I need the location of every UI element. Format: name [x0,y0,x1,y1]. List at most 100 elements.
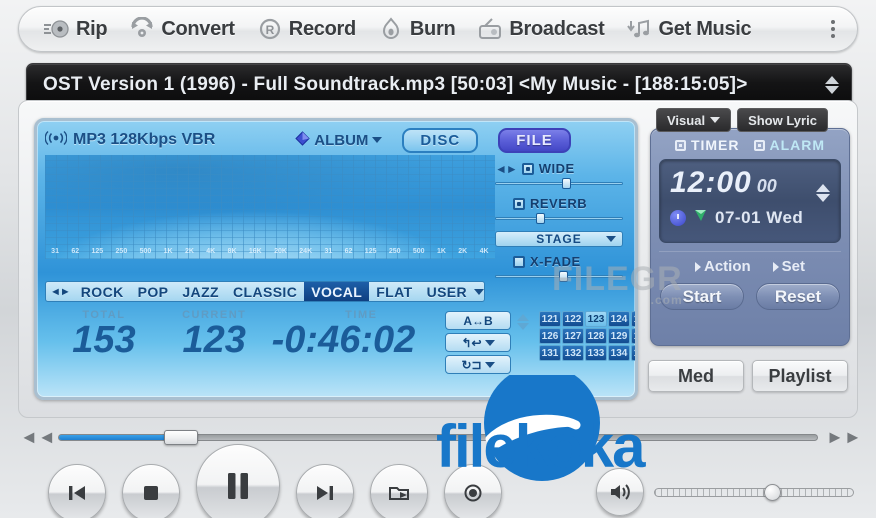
chevron-down-icon[interactable] [474,288,484,295]
eq-preset-user[interactable]: USER [420,282,475,301]
media-button[interactable]: Med [648,360,744,392]
xfade-slider-knob[interactable] [559,271,568,282]
record-dot-icon [464,484,482,502]
more-vertical-icon[interactable] [823,16,843,42]
track-cell[interactable]: 132 [562,345,584,361]
band-label: 500 [139,248,152,255]
spectrum-visualizer[interactable]: 31 62 125 250 500 1K 2K 4K 8K 16K 20K 24… [45,155,495,259]
clock-spinner[interactable] [816,184,830,202]
seek-knob[interactable] [164,430,199,445]
stage-preset-dropdown[interactable]: STAGE [495,231,623,247]
track-cell[interactable]: 133 [585,345,607,361]
stop-button[interactable] [122,464,180,518]
record-button[interactable] [444,464,502,518]
total-value: 153 [72,319,136,361]
left-right-arrows-icon[interactable]: ◄► [46,286,74,298]
album-dropdown[interactable]: ALBUM [295,130,383,150]
visual-lyric-buttons: Visual Show Lyric [656,108,828,132]
eq-preset-flat[interactable]: FLAT [369,282,419,301]
repeat-mode-button[interactable]: ↰↩ [445,333,511,352]
eq-preset-pop[interactable]: POP [131,282,176,301]
triangle-up-icon[interactable] [517,314,529,321]
pause-icon [228,473,248,499]
band-label: 4K [479,248,489,255]
band-label: 250 [388,248,401,255]
timer-checkbox[interactable] [674,139,686,151]
pause-button[interactable] [196,444,280,518]
chevron-down-icon [484,361,495,368]
previous-track-button[interactable] [48,464,106,518]
reverb-checkbox[interactable] [513,197,525,210]
xfade-checkbox[interactable] [513,255,525,268]
visual-button[interactable]: Visual [656,108,732,132]
volume-slider[interactable] [654,484,854,501]
track-cell[interactable]: 125 [631,311,635,327]
playlist-button[interactable]: Playlist [752,360,848,392]
wide-slider[interactable] [495,178,623,189]
triangle-up-icon[interactable] [816,184,830,192]
left-right-arrows-icon[interactable]: ◄► [495,162,518,176]
reverb-slider[interactable] [495,213,623,224]
track-cell[interactable]: 122 [562,311,584,327]
source-button-disc[interactable]: DISC [402,127,479,153]
frequency-band-labels: 31 62 125 250 500 1K 2K 4K 8K 16K 20K 24… [45,248,495,255]
timer-toggle[interactable]: TIMER [674,137,740,153]
previous-icon [69,486,85,500]
wide-checkbox[interactable] [521,162,534,175]
track-cell-current[interactable]: 123 [585,311,607,327]
action-button[interactable]: Action [694,258,751,275]
toolbar-button-rip[interactable]: Rip [33,12,118,46]
triangle-down-icon[interactable] [517,323,529,330]
track-cell[interactable]: 134 [608,345,630,361]
reverb-slider-knob[interactable] [535,213,545,224]
toolbar-button-broadcast[interactable]: Broadcast [466,12,615,46]
volume-knob[interactable] [764,484,781,501]
start-button[interactable]: Start [660,283,744,310]
mute-button[interactable] [596,468,644,516]
track-grid-spinner[interactable] [517,314,529,330]
show-lyric-button[interactable]: Show Lyric [737,108,828,132]
toolbar-button-burn[interactable]: Burn [367,12,466,46]
track-cell[interactable]: 131 [539,345,561,361]
band-label: 125 [91,248,104,255]
track-cell[interactable]: 121 [539,311,561,327]
band-label: 16K [248,248,262,255]
next-track-button[interactable] [296,464,354,518]
eq-preset-jazz[interactable]: JAZZ [175,282,226,301]
track-cell[interactable]: 126 [539,328,561,344]
fast-forward-icon[interactable]: ►► [826,427,862,448]
alarm-checkbox[interactable] [753,139,765,151]
track-cell[interactable]: 124 [608,311,630,327]
reset-button[interactable]: Reset [756,283,840,310]
eq-preset-vocal[interactable]: VOCAL [304,282,370,301]
source-button-file[interactable]: FILE [498,127,571,153]
track-cell[interactable]: 127 [562,328,584,344]
open-file-button[interactable] [370,464,428,518]
triangle-down-icon[interactable] [825,86,839,94]
band-label: 2K [184,248,194,255]
eq-preset-classic[interactable]: CLASSIC [226,282,304,301]
toolbar-button-record[interactable]: R Record [246,12,367,46]
seek-slider[interactable] [58,430,818,445]
triangle-down-icon[interactable] [816,194,830,202]
spectrum-grid [45,155,495,259]
track-cell[interactable]: 130 [631,328,635,344]
track-cell[interactable]: 129 [608,328,630,344]
alarm-toggle[interactable]: ALARM [753,137,826,153]
rewind-icon[interactable]: ◄◄ [20,427,56,448]
track-cell[interactable]: 128 [585,328,607,344]
eq-preset-rock[interactable]: ROCK [74,282,131,301]
title-spinner[interactable] [825,76,845,94]
wide-slider-knob[interactable] [561,178,571,189]
ab-repeat-button[interactable]: A↔B [445,311,511,330]
triangle-up-icon[interactable] [825,76,839,84]
band-label: 125 [364,248,377,255]
stop-icon [144,486,158,500]
toolbar-button-get-music[interactable]: Get Music [616,12,763,46]
record-circle-icon: R [257,17,283,41]
set-button[interactable]: Set [772,258,805,275]
shuffle-mode-button[interactable]: ↻⊐ [445,355,511,374]
track-cell[interactable]: 135 [631,345,635,361]
xfade-slider[interactable] [495,271,623,282]
toolbar-button-convert[interactable]: Convert [118,12,245,46]
